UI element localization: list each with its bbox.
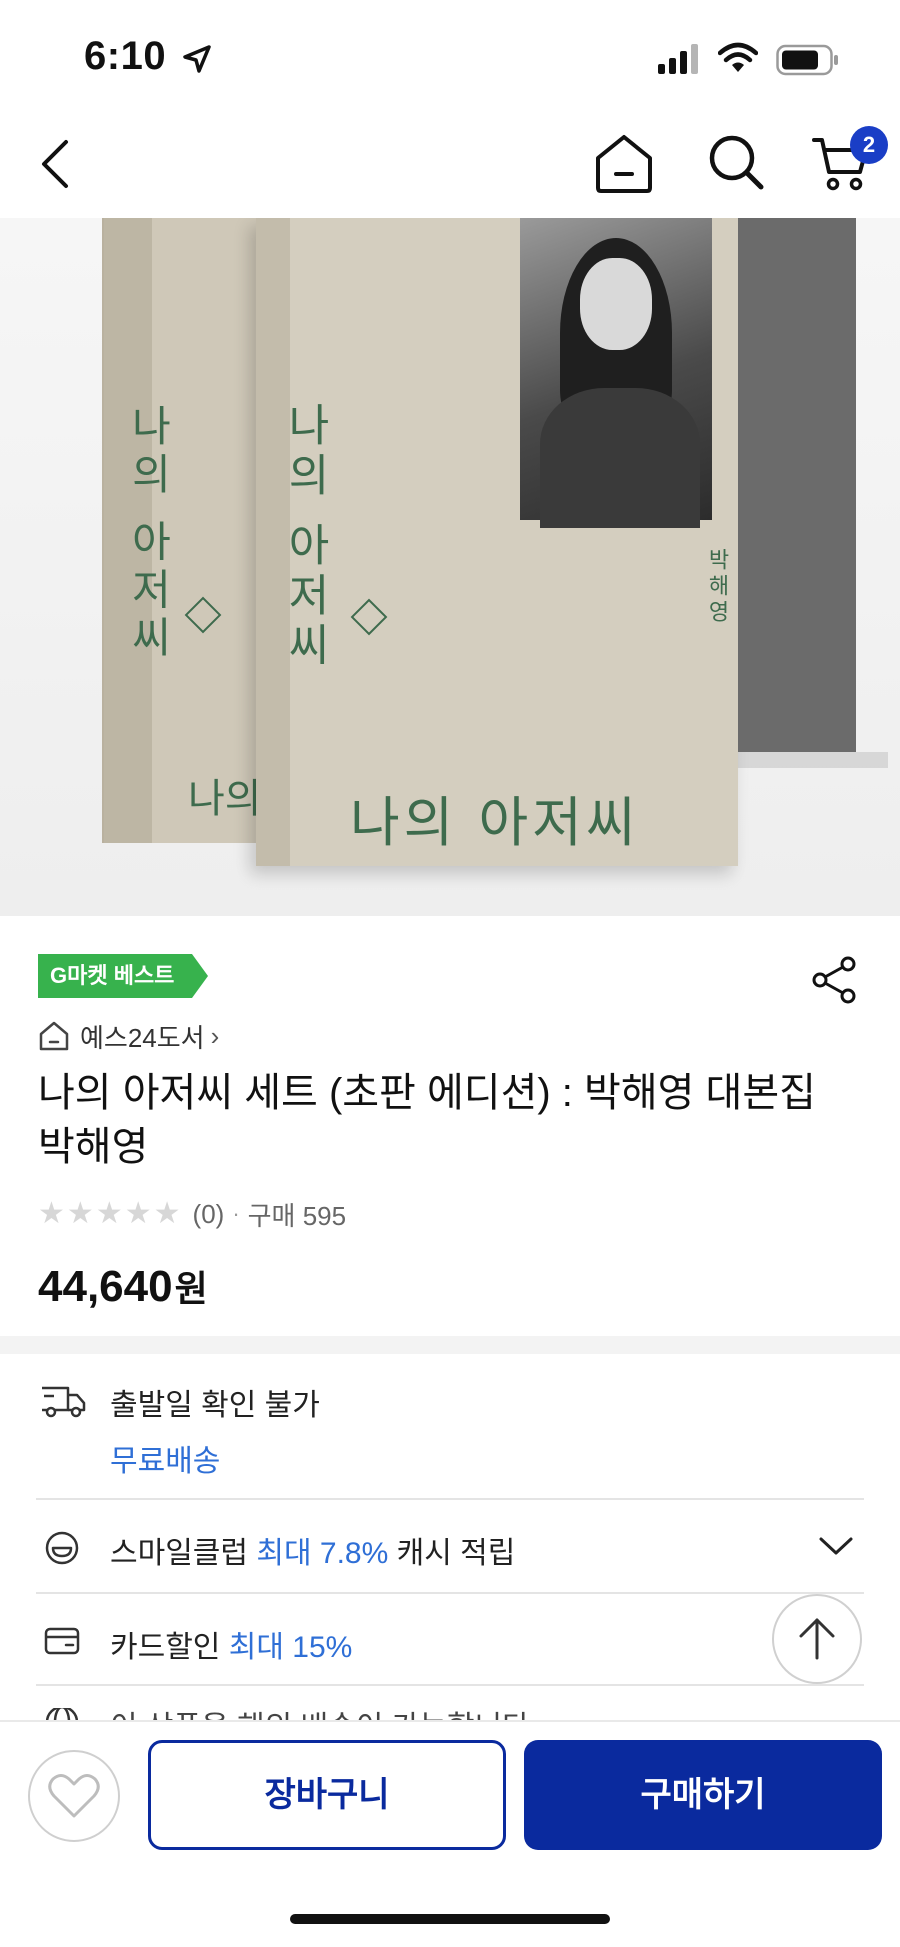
scroll-to-top-button[interactable] — [772, 1594, 862, 1684]
share-icon[interactable] — [812, 956, 858, 1004]
price-value: 44,640 — [38, 1262, 173, 1311]
star-icon: ★ — [95, 1197, 123, 1230]
product-title: 나의 아저씨 세트 (초판 에디션) : 박해영 대본집 박해영 — [38, 1071, 816, 1169]
rating-row[interactable]: ★ ★ ★ ★ ★ (0) · 구매 595 — [38, 1196, 346, 1232]
cover-author: 박해영 — [704, 548, 729, 626]
front-book-cover-title: 나의 아저씨 — [350, 791, 640, 854]
book-slipcase — [738, 218, 856, 752]
price: 44,640 원 — [38, 1260, 208, 1312]
chevron-down-icon[interactable] — [818, 1534, 854, 1558]
seller-name: 예스24도서 — [80, 1022, 205, 1053]
star-icon: ★ — [66, 1197, 94, 1230]
product-image[interactable]: 나의 아저씨 나의 아저씨 나의 아저씨 박해영 나의 아저씨 1/1 — [0, 218, 900, 916]
card-discount-text: 카드할인 최대 15% — [110, 1631, 353, 1664]
heart-icon — [48, 1774, 100, 1818]
front-book-spine-title: 나의 아저씨 — [279, 402, 330, 672]
signal-icon — [658, 44, 698, 74]
back-book-spine-title: 나의 아저씨 — [124, 404, 173, 664]
search-icon[interactable] — [706, 132, 766, 192]
chevron-right-icon: › — [210, 1020, 220, 1051]
seller-link[interactable]: 예스24도서 › — [38, 1016, 219, 1056]
cover-photo — [520, 218, 712, 528]
best-badge: G마켓 베스트 — [38, 954, 209, 998]
status-bar: 6:10 — [0, 0, 900, 120]
smile-icon — [45, 1531, 79, 1565]
delivery-status: 출발일 확인 불가 — [110, 1389, 320, 1422]
review-count: (0) — [192, 1198, 225, 1229]
cart-count-badge: 2 — [850, 126, 888, 164]
home-icon[interactable] — [592, 132, 656, 194]
smile-club-text: 스마일클럽 최대 7.8% 캐시 적립 — [110, 1537, 516, 1570]
card-discount-rate: 최대 15% — [228, 1631, 353, 1664]
location-arrow-icon — [183, 45, 211, 73]
star-icon: ★ — [38, 1197, 65, 1230]
arrow-up-icon — [799, 1618, 835, 1660]
purchase-count: 구매 595 — [247, 1200, 347, 1231]
section-divider — [0, 1336, 900, 1354]
free-shipping: 무료배송 — [110, 1445, 221, 1478]
status-time: 6:10 — [84, 34, 167, 78]
home-indicator — [290, 1914, 610, 1924]
separator: · — [232, 1201, 240, 1226]
wishlist-button[interactable] — [28, 1750, 120, 1842]
wifi-icon — [718, 42, 758, 72]
star-icon: ★ — [153, 1197, 181, 1230]
buy-now-button[interactable]: 구매하기 — [524, 1740, 882, 1850]
delivery-truck-icon — [42, 1386, 86, 1418]
card-icon — [44, 1627, 80, 1655]
divider — [36, 1684, 864, 1686]
store-icon — [39, 1021, 69, 1051]
price-unit: 원 — [174, 1268, 208, 1309]
add-to-cart-button[interactable]: 장바구니 — [148, 1740, 506, 1850]
star-icon: ★ — [124, 1197, 152, 1230]
battery-icon — [776, 44, 838, 76]
back-icon[interactable] — [36, 136, 76, 192]
smile-club-rate: 최대 7.8% — [256, 1537, 389, 1570]
